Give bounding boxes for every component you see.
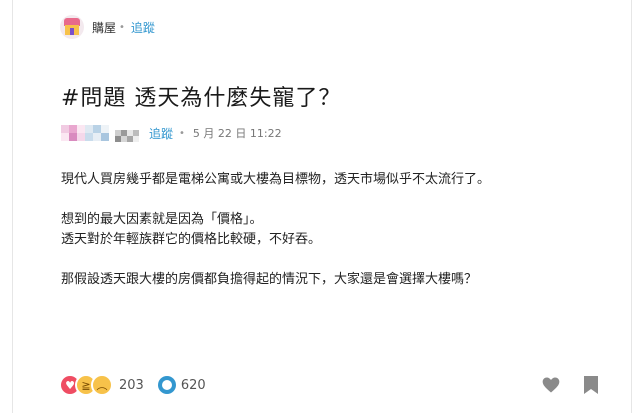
footer-actions	[541, 373, 599, 397]
body-line: 想到的最大因素就是因為「價格」。	[61, 212, 263, 227]
comment-count: 620	[180, 377, 206, 393]
author-row: 追蹤 • 5 月 22 日 11:22	[61, 122, 282, 144]
body-line: 現代人買房幾乎都是電梯公寓或大樓為目標物，透天市場似乎不太流行了。	[61, 172, 491, 187]
author-name-pixelated[interactable]	[115, 130, 139, 142]
comment-button[interactable]: 620	[157, 376, 206, 394]
post-card: 購屋 • 追蹤 #問題 透天為什麼失寵了？ 追蹤 • 5 月 22 日 11:2…	[12, 0, 632, 413]
body-line: 透天對於年輕族群它的價格比較硬，不好吞。	[61, 232, 322, 247]
board-name[interactable]: 購屋	[92, 19, 116, 36]
comment-icon	[157, 376, 176, 394]
reaction-summary[interactable]: ♥ ≧ ︵	[59, 374, 113, 396]
sad-icon: ︵	[91, 374, 113, 396]
board-header: 購屋 • 追蹤	[60, 14, 155, 40]
post-footer: ♥ ≧ ︵ 203 620	[59, 373, 599, 397]
author-avatar-pixelated[interactable]	[61, 125, 109, 141]
body-line: 那假設透天跟大樓的房價都負擔得起的情況下，大家還是會選擇大樓嗎？	[61, 272, 478, 287]
follow-board-button[interactable]: 追蹤	[131, 19, 155, 36]
reaction-count: 203	[119, 377, 144, 393]
board-avatar[interactable]	[60, 15, 84, 39]
bookmark-icon[interactable]	[583, 375, 599, 395]
post-body: 現代人買房幾乎都是電梯公寓或大樓為目標物，透天市場似乎不太流行了。 想到的最大因…	[61, 170, 601, 290]
like-heart-icon[interactable]	[541, 375, 561, 395]
follow-author-button[interactable]: 追蹤	[149, 125, 173, 142]
post-title: #問題 透天為什麼失寵了？	[61, 86, 342, 111]
separator-dot: •	[119, 21, 125, 33]
post-timestamp: 5 月 22 日 11:22	[192, 127, 282, 140]
separator-dot: •	[179, 127, 185, 139]
